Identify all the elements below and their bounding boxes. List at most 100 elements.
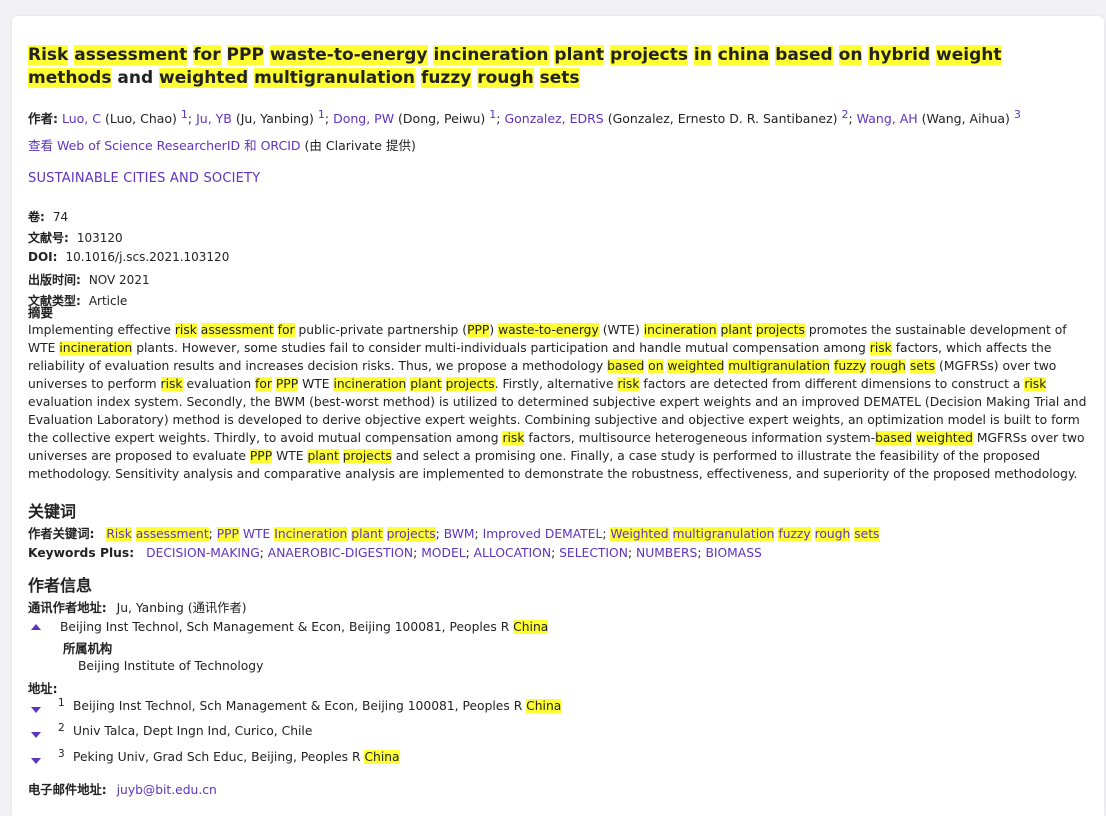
expand-triangle-icon[interactable] <box>31 707 41 713</box>
highlighted-term: based <box>607 359 645 373</box>
highlighted-term: assessment <box>135 527 209 541</box>
email-link[interactable]: juyb@bit.edu.cn <box>117 783 217 797</box>
researcher-id-link[interactable]: 查看 Web of Science ResearcherID 和 ORCID <box>28 138 301 153</box>
highlighted-term: plant <box>410 377 442 391</box>
title-word: rough <box>477 68 534 88</box>
highlighted-term: China <box>526 699 562 713</box>
highlighted-term: waste-to-energy <box>498 323 599 337</box>
corresponding-author-line: 通讯作者地址: Ju, Yanbing (通讯作者) <box>28 598 247 616</box>
author-keyword-link[interactable]: Weighted multigranulation fuzzy rough se… <box>610 527 880 541</box>
highlighted-term: fuzzy <box>778 527 811 541</box>
highlighted-term: risk <box>869 341 892 355</box>
researcher-id-note: (由 Clarivate 提供) <box>304 138 416 153</box>
meta-doi: DOI: 10.1016/j.scs.2021.103120 <box>28 250 229 264</box>
author-keyword-link[interactable]: Improved DEMATEL <box>483 527 603 541</box>
title-word: in <box>693 45 712 65</box>
keyword-plus-link[interactable]: SELECTION <box>559 546 628 560</box>
author-keywords-line: 作者关键词: Risk assessment; PPP WTE Incinera… <box>28 524 880 542</box>
author-link[interactable]: Gonzalez, EDRS <box>504 111 603 126</box>
abstract-text: Implementing effective risk assessment f… <box>28 323 1087 481</box>
highlighted-term: projects <box>755 323 805 337</box>
author-keyword-link[interactable]: BWM <box>444 527 475 541</box>
title-word: fuzzy <box>420 68 472 88</box>
highlighted-term: China <box>364 750 400 764</box>
keywords-plus-line: Keywords Plus: DECISION-MAKING; ANAEROBI… <box>28 546 762 560</box>
highlighted-term: risk <box>174 323 197 337</box>
highlighted-term: rough <box>814 527 851 541</box>
highlighted-term: risk <box>502 431 525 445</box>
author-keyword-link[interactable]: Risk assessment <box>106 527 209 541</box>
collapse-triangle-icon[interactable] <box>31 624 41 630</box>
researcher-id-line: 查看 Web of Science ResearcherID 和 ORCID (… <box>28 135 416 154</box>
author-keywords-list: Risk assessment; PPP WTE Incineration pl… <box>106 527 880 541</box>
journal-link[interactable]: SUSTAINABLE CITIES AND SOCIETY <box>28 171 260 186</box>
highlighted-term: plant <box>307 449 339 463</box>
highlighted-term: rough <box>870 359 906 373</box>
keyword-plus-link[interactable]: ALLOCATION <box>474 546 551 560</box>
keyword-plus-link[interactable]: NUMBERS <box>636 546 697 560</box>
author-affiliation-number[interactable]: 1 <box>318 108 325 121</box>
email-line: 电子邮件地址: juyb@bit.edu.cn <box>28 780 217 798</box>
author-affiliation-number[interactable]: 2 <box>841 108 848 121</box>
address-number: 1 <box>58 697 65 709</box>
corresponding-label: 通讯作者地址: <box>28 601 107 615</box>
author-info-heading: 作者信息 <box>28 576 93 595</box>
keywords-plus-list: DECISION-MAKING; ANAEROBIC-DIGESTION; MO… <box>146 546 762 560</box>
keyword-plus-link[interactable]: BIOMASS <box>705 546 761 560</box>
keyword-plus-link[interactable]: DECISION-MAKING <box>146 546 260 560</box>
expand-triangle-icon[interactable] <box>31 758 41 764</box>
title-word: waste-to-energy <box>269 45 428 65</box>
keywords-heading: 关键词 <box>28 502 77 521</box>
highlighted-term: on <box>648 359 664 373</box>
highlighted-term: incineration <box>59 341 133 355</box>
title-word: weighted <box>159 68 249 88</box>
title-word: china <box>717 45 770 65</box>
title-word: plant <box>554 45 605 65</box>
highlighted-term: Weighted <box>610 527 669 541</box>
title-word: on <box>838 45 863 65</box>
keyword-plus-link[interactable]: ANAEROBIC-DIGESTION <box>268 546 413 560</box>
title-word: and <box>117 68 154 88</box>
expand-triangle-icon[interactable] <box>31 732 41 738</box>
author-keyword-link[interactable]: PPP WTE Incineration plant projects <box>216 527 436 541</box>
author-link[interactable]: Luo, C <box>62 111 101 126</box>
title-word: PPP <box>226 45 264 65</box>
highlighted-term: Incineration <box>274 527 348 541</box>
author-full-name: (Wang, Aihua) <box>917 111 1014 127</box>
highlighted-term: incineration <box>333 377 407 391</box>
meta-article-no: 文献号: 103120 <box>28 229 123 246</box>
author-full-name: (Ju, Yanbing) <box>231 111 318 127</box>
highlighted-term: risk <box>160 377 183 391</box>
author-affiliation-number[interactable]: 3 <box>1014 108 1021 121</box>
title-word: for <box>193 45 221 65</box>
highlighted-term: China <box>513 620 549 634</box>
doi-value: 10.1016/j.scs.2021.103120 <box>65 250 230 264</box>
affiliation-label: 所属机构 <box>63 642 113 656</box>
address-text: Beijing Inst Technol, Sch Management & E… <box>73 699 562 713</box>
volume-label: 卷: <box>28 210 45 224</box>
highlighted-term: sets <box>909 359 936 373</box>
highlighted-term: plant <box>351 527 383 541</box>
corresponding-note: (通讯作者) <box>187 601 247 615</box>
highlighted-term: PPP <box>249 449 273 463</box>
affiliation-name: Beijing Institute of Technology <box>78 659 264 673</box>
author-link[interactable]: Dong, PW <box>333 111 394 126</box>
address-text: Peking Univ, Grad Sch Educ, Beijing, Peo… <box>73 750 400 764</box>
highlighted-term: weighted <box>667 359 725 373</box>
title-word: projects <box>610 45 688 65</box>
author-affiliation-number[interactable]: 1 <box>489 108 496 121</box>
highlighted-term: projects <box>386 527 436 541</box>
article-no-value: 103120 <box>76 231 123 245</box>
highlighted-term: fuzzy <box>834 359 867 373</box>
author-link[interactable]: Wang, AH <box>857 111 918 126</box>
highlighted-term: based <box>875 431 913 445</box>
author-affiliation-number[interactable]: 1 <box>181 108 188 121</box>
email-label: 电子邮件地址: <box>28 783 107 797</box>
author-link[interactable]: Ju, YB <box>196 111 232 126</box>
keyword-plus-link[interactable]: MODEL <box>421 546 465 560</box>
author-full-name: (Gonzalez, Ernesto D. R. Santibanez) <box>603 111 842 127</box>
volume-value: 74 <box>52 210 69 224</box>
record-card: Risk assessment for PPP waste-to-energy … <box>12 16 1104 816</box>
meta-pub-date: 出版时间: NOV 2021 <box>28 271 150 288</box>
highlighted-term: plant <box>720 323 752 337</box>
